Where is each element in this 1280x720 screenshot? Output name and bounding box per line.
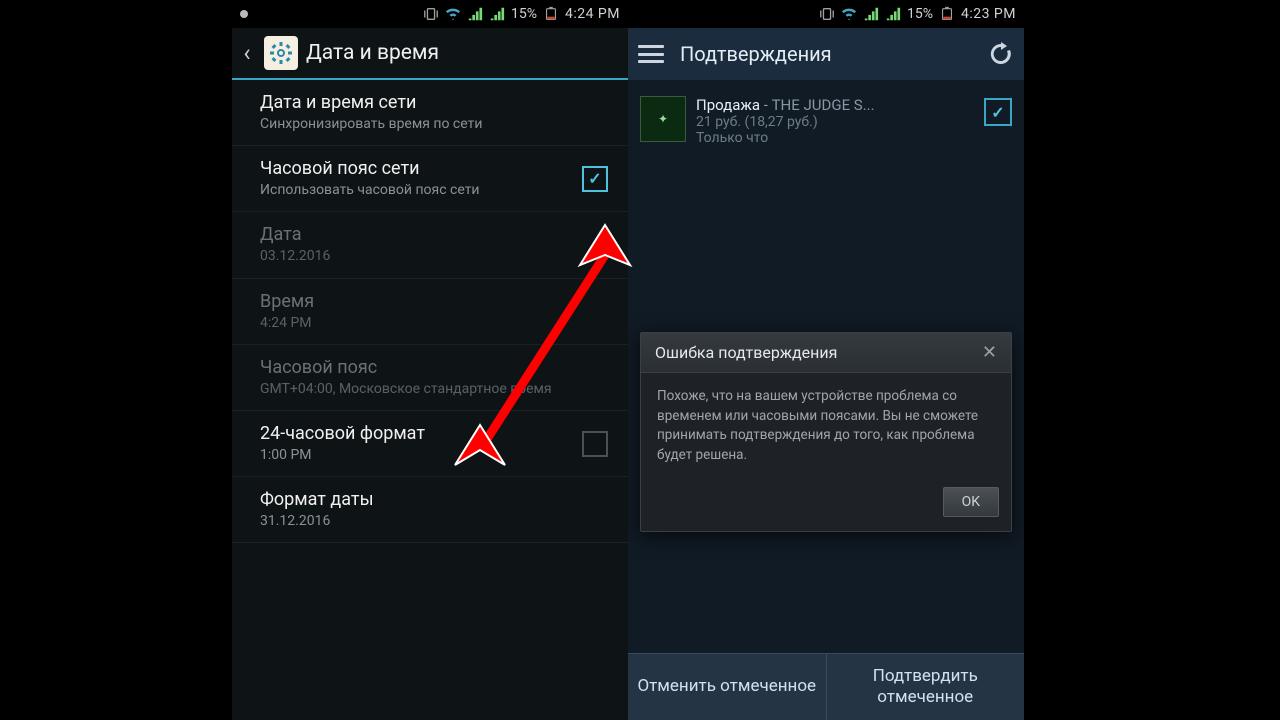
checkbox-network-timezone[interactable] [582,166,608,192]
row-title: Время [260,291,608,312]
confirm-selected-button[interactable]: Подтвердить отмеченное [826,654,1025,720]
row-24h-format[interactable]: 24-часовой формат 1:00 PM [232,411,628,477]
row-subtitle: Синхронизировать время по сети [260,115,608,133]
row-title: Часовой пояс сети [260,158,582,179]
signal-icon [863,6,879,22]
signal-icon [467,6,483,22]
battery-icon [543,6,559,22]
item-thumbnail [640,96,686,142]
row-title: Дата [260,224,608,245]
status-clock: 4:24 PM [565,6,620,22]
dialog-title: Ошибка подтверждения [655,343,837,362]
settings-header: ‹ Дата и время [232,28,628,80]
row-title: 24-часовой формат [260,423,582,444]
menu-icon[interactable] [638,45,664,63]
confirmation-title: Продажа - THE JUDGE S... [696,96,974,114]
row-title: Формат даты [260,489,608,510]
signal-icon [489,6,505,22]
steam-confirmations-screen: 15% 4:23 PM Подтверждения Продажа - THE … [628,0,1024,720]
row-subtitle: GMT+04:00, Московское стандартное время [260,380,608,398]
settings-app-icon [264,36,298,70]
row-title: Дата и время сети [260,92,608,113]
signal-icon [885,6,901,22]
confirmation-when: Только что [696,130,974,146]
row-network-time[interactable]: Дата и время сети Синхронизировать время… [232,80,628,146]
row-date: Дата 03.12.2016 [232,212,628,278]
row-subtitle: Использовать часовой пояс сети [260,181,582,199]
action-bar: Отменить отмеченное Подтвердить отмеченн… [628,653,1024,720]
android-settings-screen: 15% 4:24 PM ‹ Дата и время Дата и время … [232,0,628,720]
vibrate-icon [423,6,439,22]
row-timezone: Часовой пояс GMT+04:00, Московское станд… [232,345,628,411]
wifi-icon [841,6,857,22]
row-time: Время 4:24 PM [232,279,628,345]
status-bar: 15% 4:24 PM [232,0,628,28]
steam-body: Продажа - THE JUDGE S... 21 руб. (18,27 … [628,80,1024,664]
ok-button[interactable]: OK [943,487,999,517]
vibrate-icon [819,6,835,22]
status-clock: 4:23 PM [961,6,1016,22]
notification-indicator-icon [240,10,248,18]
page-title: Дата и время [306,41,439,65]
confirmation-price: 21 руб. (18,27 руб.) [696,114,974,130]
battery-percentage: 15% [907,6,933,22]
refresh-icon[interactable] [988,41,1014,67]
row-network-timezone[interactable]: Часовой пояс сети Использовать часовой п… [232,146,628,212]
row-subtitle: 1:00 PM [260,446,582,464]
status-bar: 15% 4:23 PM [628,0,1024,28]
close-icon[interactable]: ✕ [982,344,997,362]
row-date-format[interactable]: Формат даты 31.12.2016 [232,477,628,543]
battery-percentage: 15% [511,6,537,22]
row-subtitle: 03.12.2016 [260,247,608,265]
steam-header: Подтверждения [628,28,1024,80]
row-title: Часовой пояс [260,357,608,378]
error-dialog: Ошибка подтверждения ✕ Похоже, что на ва… [640,332,1012,532]
row-subtitle: 31.12.2016 [260,512,608,530]
wifi-icon [445,6,461,22]
row-subtitle: 4:24 PM [260,314,608,332]
confirmation-checkbox[interactable] [984,98,1012,126]
checkbox-24h-format[interactable] [582,431,608,457]
battery-icon [939,6,955,22]
page-title: Подтверждения [680,42,988,66]
cancel-selected-button[interactable]: Отменить отмеченное [628,654,826,720]
back-icon[interactable]: ‹ [238,41,256,65]
confirmation-item[interactable]: Продажа - THE JUDGE S... 21 руб. (18,27 … [638,90,1014,152]
dialog-body: Похоже, что на вашем устройстве проблема… [641,373,1011,479]
